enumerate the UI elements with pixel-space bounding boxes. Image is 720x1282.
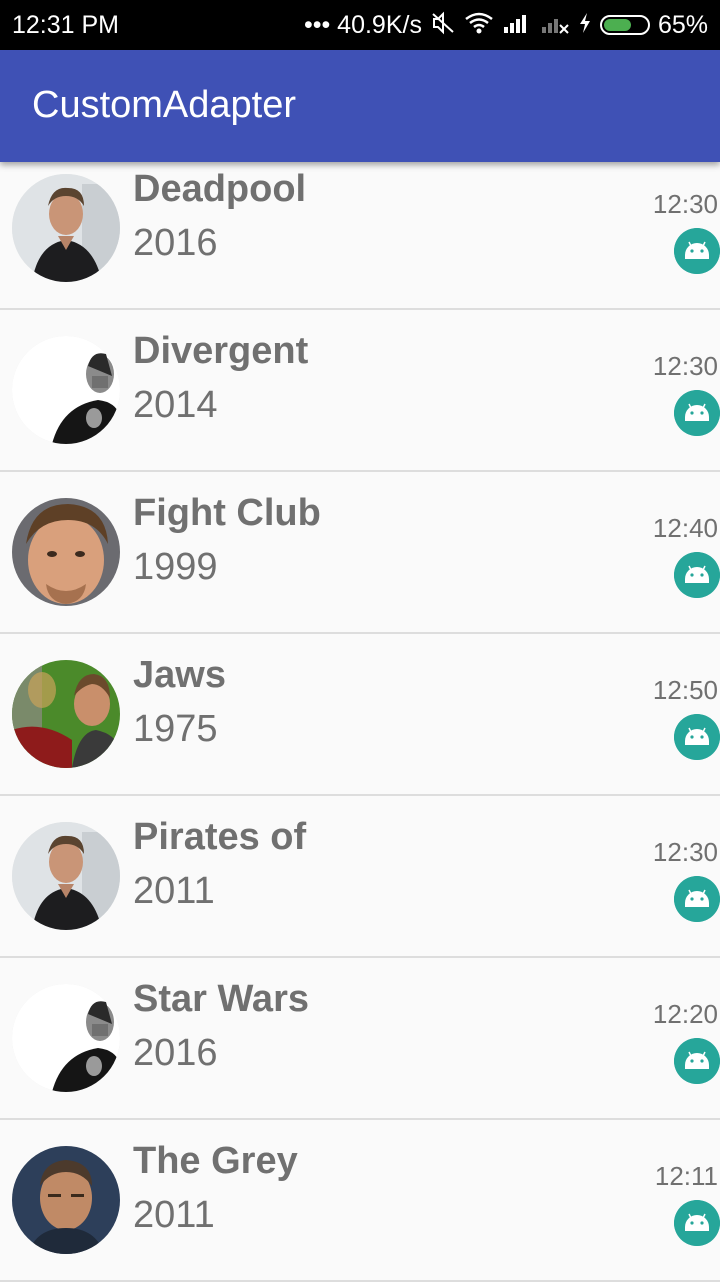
- mute-icon: [430, 11, 456, 40]
- android-icon: [674, 1200, 720, 1246]
- app-bar: CustomAdapter: [0, 50, 720, 162]
- movie-title: Pirates of: [133, 816, 307, 858]
- android-icon: [674, 714, 720, 760]
- movie-year: 2011: [133, 870, 215, 912]
- movie-year: 2014: [133, 384, 218, 426]
- android-icon: [674, 552, 720, 598]
- item-time: 12:40: [652, 513, 718, 543]
- item-time: 12:30: [652, 837, 718, 867]
- battery-percent: 65%: [657, 10, 708, 39]
- avatar: [12, 174, 120, 282]
- item-time: 12:11: [654, 1161, 718, 1191]
- list-item[interactable]: Star Wars 2016 12:20: [0, 958, 720, 1120]
- item-time: 12:30: [652, 189, 718, 219]
- avatar: [12, 1146, 120, 1254]
- movie-year: 2011: [133, 1194, 215, 1236]
- list-item[interactable]: Fight Club 1999 12:40: [0, 472, 720, 634]
- android-icon: [674, 876, 720, 922]
- list-item[interactable]: Deadpool 2016 12:30: [0, 162, 720, 310]
- movie-title: Deadpool: [133, 168, 307, 210]
- avatar: [12, 984, 120, 1092]
- no-signal-icon: [540, 11, 570, 40]
- status-time: 12:31 PM: [12, 10, 120, 39]
- movie-year: 2016: [133, 1032, 218, 1074]
- battery-icon: [599, 15, 650, 35]
- status-icons: ••• 40.9K/s 65%: [304, 11, 708, 40]
- avatar: [12, 498, 120, 606]
- signal-icon: [502, 11, 532, 40]
- android-icon: [674, 390, 720, 436]
- movie-year: 1999: [133, 546, 218, 588]
- list-item[interactable]: Pirates of 2011 12:30: [0, 796, 720, 958]
- avatar: [12, 336, 120, 444]
- network-speed: ••• 40.9K/s: [303, 10, 422, 39]
- movie-year: 2016: [133, 222, 218, 264]
- charging-icon: [578, 11, 592, 40]
- movie-list[interactable]: Deadpool 2016 12:30 Divergent 2014 12:30 Fight…: [0, 162, 720, 1282]
- item-time: 12:30: [652, 351, 718, 381]
- list-item[interactable]: Divergent 2014 12:30: [0, 310, 720, 472]
- battery-level: [603, 19, 631, 31]
- movie-title: Fight Club: [133, 492, 321, 534]
- list-item[interactable]: Jaws 1975 12:50: [0, 634, 720, 796]
- movie-title: Divergent: [133, 330, 309, 372]
- status-bar: 12:31 PM ••• 40.9K/s 65%: [0, 0, 720, 50]
- movie-year: 1975: [133, 708, 218, 750]
- movie-title: Jaws: [133, 654, 226, 696]
- item-time: 12:50: [652, 675, 718, 705]
- list-item[interactable]: The Grey 2011 12:11: [0, 1120, 720, 1282]
- item-time: 12:20: [652, 999, 718, 1029]
- android-icon: [674, 1038, 720, 1084]
- avatar: [12, 660, 120, 768]
- avatar: [12, 822, 120, 930]
- movie-title: Star Wars: [133, 978, 309, 1020]
- wifi-icon: [464, 11, 494, 40]
- movie-title: The Grey: [133, 1140, 298, 1182]
- app-title: CustomAdapter: [32, 84, 297, 126]
- android-icon: [674, 228, 720, 274]
